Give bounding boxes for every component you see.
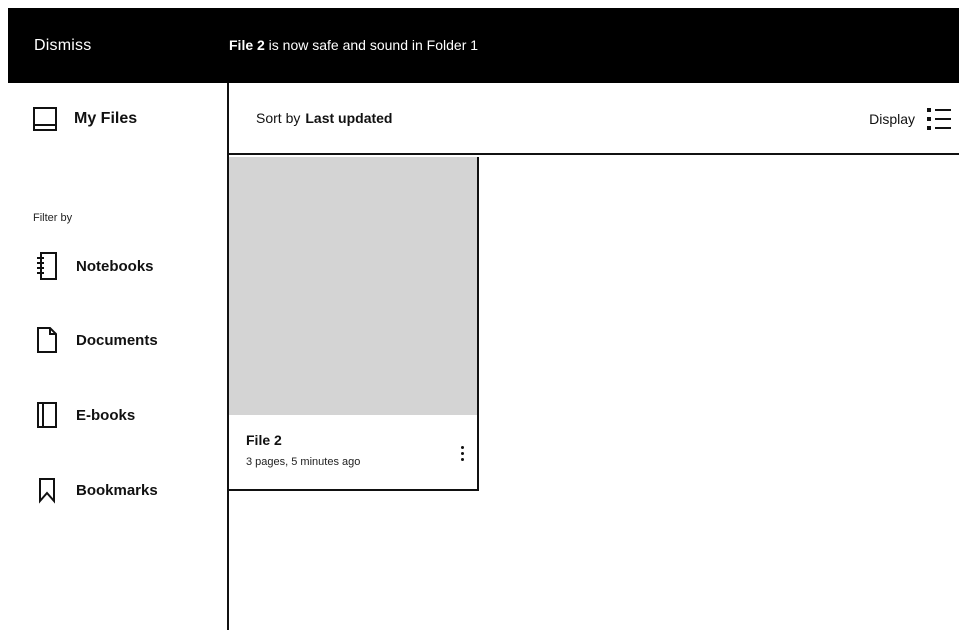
- bookmarks-label: Bookmarks: [76, 481, 158, 499]
- filter-documents[interactable]: Documents: [36, 324, 158, 356]
- ebook-icon: [37, 402, 57, 428]
- file-card[interactable]: File 2 3 pages, 5 minutes ago: [229, 157, 479, 491]
- sort-prefix: Sort by: [256, 110, 301, 126]
- my-files-button[interactable]: My Files: [32, 106, 137, 132]
- filter-by-heading: Filter by: [33, 212, 73, 224]
- tablet-icon: [33, 107, 57, 131]
- notebooks-label: Notebooks: [76, 257, 154, 275]
- display-toggle[interactable]: Display: [869, 105, 951, 133]
- dismiss-button[interactable]: Dismiss: [34, 8, 91, 83]
- file-thumbnail: [229, 157, 477, 415]
- notification-text: is now safe and sound in Folder 1: [264, 37, 479, 53]
- filter-notebooks[interactable]: Notebooks: [36, 250, 154, 282]
- document-icon: [37, 327, 57, 353]
- sort-value: Last updated: [305, 110, 393, 126]
- notification-message: File 2 is now safe and sound in Folder 1: [229, 8, 478, 83]
- documents-label: Documents: [76, 331, 158, 349]
- display-label: Display: [869, 111, 915, 127]
- notebook-icon: [37, 252, 57, 280]
- sidebar: My Files Filter by Notebooks Documents E…: [8, 83, 229, 630]
- file-title: File 2: [246, 432, 282, 448]
- list-view-icon: [927, 108, 951, 130]
- more-vertical-icon[interactable]: [455, 443, 471, 465]
- filter-ebooks[interactable]: E-books: [36, 399, 135, 431]
- sort-selector[interactable]: Sort by Last updated: [256, 83, 392, 153]
- filter-bookmarks[interactable]: Bookmarks: [36, 474, 158, 506]
- app-window: Dismiss File 2 is now safe and sound in …: [8, 8, 959, 630]
- bookmark-icon: [39, 478, 55, 504]
- notification-bar: Dismiss File 2 is now safe and sound in …: [8, 8, 959, 83]
- my-files-label: My Files: [74, 110, 138, 127]
- ebooks-label: E-books: [76, 406, 136, 424]
- sort-toolbar: Sort by Last updated Display: [229, 83, 959, 155]
- file-meta: 3 pages, 5 minutes ago: [246, 456, 361, 468]
- notification-filename: File 2: [229, 37, 265, 53]
